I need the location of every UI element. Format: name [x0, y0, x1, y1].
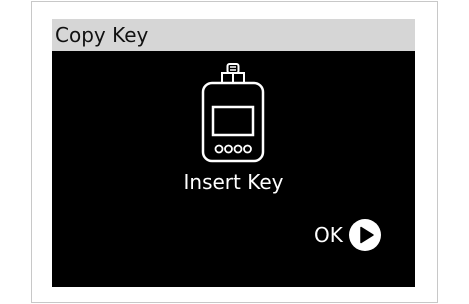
- insert-key-message: Insert Key: [183, 170, 284, 194]
- device-frame: Copy Key Insert Key OK: [31, 1, 438, 303]
- title-bar: Copy Key: [52, 19, 415, 51]
- ok-label: OK: [314, 223, 343, 247]
- screen-title: Copy Key: [55, 23, 149, 47]
- key-reader-icon: [201, 63, 265, 163]
- ok-button[interactable]: OK: [314, 218, 381, 252]
- play-circle-icon: [348, 219, 381, 251]
- lcd-screen: Copy Key Insert Key OK: [52, 19, 415, 287]
